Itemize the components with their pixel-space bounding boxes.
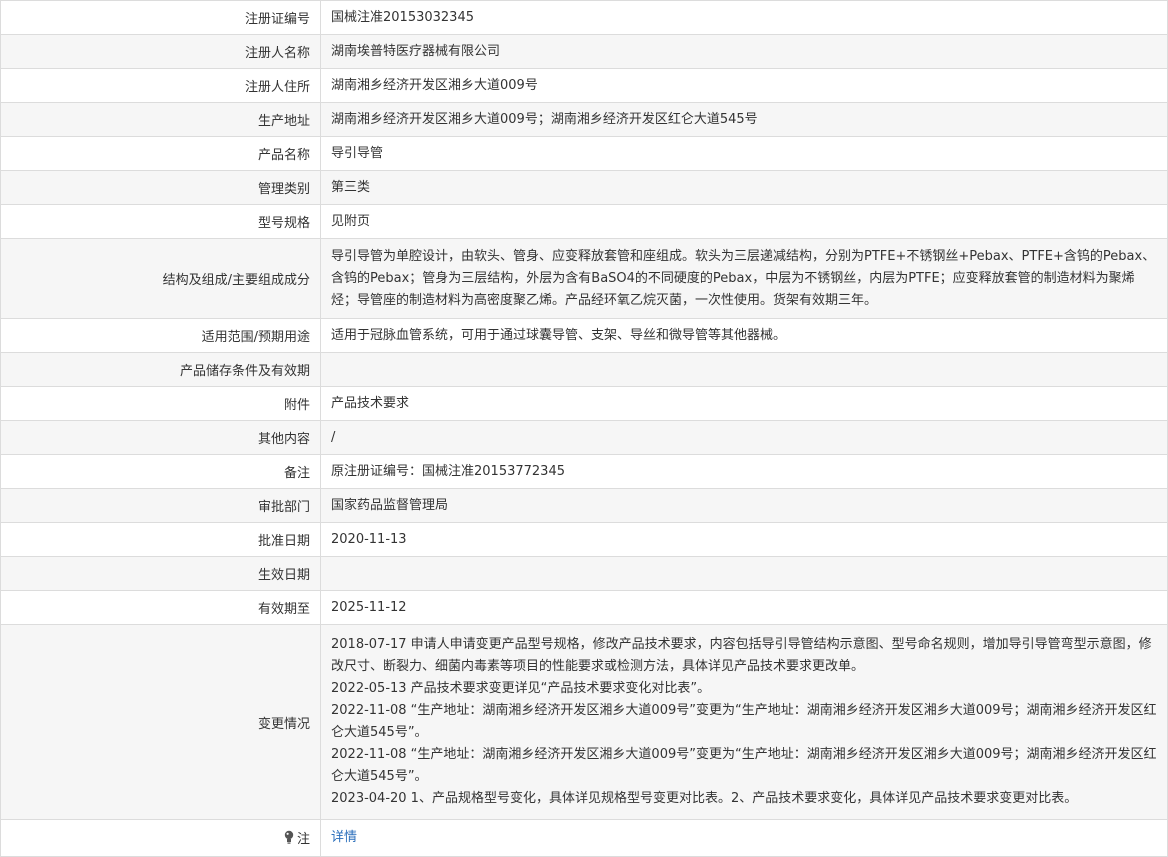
row-value: 导引导管 [320,136,1168,171]
note-label: 注 [296,831,310,847]
table-row: 注册证编号 国械注准20153032345 [0,0,1168,35]
table-row: 产品名称 导引导管 [0,136,1168,171]
row-value: 导引导管为单腔设计，由软头、管身、应变释放套管和座组成。软头为三层递减结构，分别… [320,238,1168,319]
table-row: 备注 原注册证编号：国械注准20153772345 [0,454,1168,489]
change-entry: 2023-04-20 1、产品规格型号变化，具体详见规格型号变更对比表。2、产品… [331,791,1078,806]
registration-detail-table: 注册证编号 国械注准20153032345 注册人名称 湖南埃普特医疗器械有限公… [0,0,1168,857]
table-row: 其他内容 / [0,420,1168,455]
changes-label: 变更情况 [0,624,321,820]
row-value: 原注册证编号：国械注准20153772345 [320,454,1168,489]
row-label: 审批部门 [0,488,321,523]
row-label: 结构及组成/主要组成成分 [0,238,321,319]
row-label: 产品储存条件及有效期 [0,352,321,387]
table-row: 有效期至 2025-11-12 [0,590,1168,625]
table-row-changes: 变更情况 2018-07-17 申请人申请变更产品型号规格，修改产品技术要求，内… [0,624,1168,820]
table-row: 适用范围/预期用途 适用于冠脉血管系统，可用于通过球囊导管、支架、导丝和微导管等… [0,318,1168,353]
row-label: 生产地址 [0,102,321,137]
table-row: 产品储存条件及有效期 [0,352,1168,387]
row-label: 注册人名称 [0,34,321,69]
row-label: 有效期至 [0,590,321,625]
row-value: 国械注准20153032345 [320,0,1168,35]
note-value: 详情 [320,819,1168,857]
row-label: 管理类别 [0,170,321,205]
row-value: 2020-11-13 [320,522,1168,557]
row-label: 备注 [0,454,321,489]
table-row: 批准日期 2020-11-13 [0,522,1168,557]
row-label: 注册证编号 [0,0,321,35]
row-value [320,556,1168,591]
changes-value: 2018-07-17 申请人申请变更产品型号规格，修改产品技术要求，内容包括导引… [320,624,1168,820]
row-label: 附件 [0,386,321,421]
table-row-note: 注 详情 [0,819,1168,857]
row-label: 适用范围/预期用途 [0,318,321,353]
table-row: 注册人住所 湖南湘乡经济开发区湘乡大道009号 [0,68,1168,103]
note-label-cell: 注 [0,819,321,857]
row-label: 批准日期 [0,522,321,557]
change-entry: 2022-11-08 “生产地址：湖南湘乡经济开发区湘乡大道009号”变更为“生… [331,747,1157,784]
table-row: 生效日期 [0,556,1168,591]
row-value: 产品技术要求 [320,386,1168,421]
row-value: 湖南埃普特医疗器械有限公司 [320,34,1168,69]
row-value: 第三类 [320,170,1168,205]
table-row: 型号规格 见附页 [0,204,1168,239]
note-label-wrap: 注 [283,828,310,847]
row-label: 生效日期 [0,556,321,591]
table-row: 结构及组成/主要组成成分 导引导管为单腔设计，由软头、管身、应变释放套管和座组成… [0,238,1168,319]
table-row: 管理类别 第三类 [0,170,1168,205]
table-row: 审批部门 国家药品监督管理局 [0,488,1168,523]
row-value: 国家药品监督管理局 [320,488,1168,523]
change-entry: 2022-05-13 产品技术要求变更详见“产品技术要求变化对比表”。 [331,681,711,696]
table-row: 注册人名称 湖南埃普特医疗器械有限公司 [0,34,1168,69]
table-row: 附件 产品技术要求 [0,386,1168,421]
row-label: 其他内容 [0,420,321,455]
lightbulb-icon [283,830,295,844]
row-value [320,352,1168,387]
change-entry: 2018-07-17 申请人申请变更产品型号规格，修改产品技术要求，内容包括导引… [331,637,1152,674]
row-label: 产品名称 [0,136,321,171]
details-link[interactable]: 详情 [331,830,357,845]
row-value: 湖南湘乡经济开发区湘乡大道009号 [320,68,1168,103]
row-label: 型号规格 [0,204,321,239]
change-entry: 2022-11-08 “生产地址：湖南湘乡经济开发区湘乡大道009号”变更为“生… [331,703,1157,740]
row-value: 2025-11-12 [320,590,1168,625]
row-value: / [320,420,1168,455]
row-value: 湖南湘乡经济开发区湘乡大道009号；湖南湘乡经济开发区红仑大道545号 [320,102,1168,137]
row-value: 见附页 [320,204,1168,239]
row-value: 适用于冠脉血管系统，可用于通过球囊导管、支架、导丝和微导管等其他器械。 [320,318,1168,353]
table-row: 生产地址 湖南湘乡经济开发区湘乡大道009号；湖南湘乡经济开发区红仑大道545号 [0,102,1168,137]
row-label: 注册人住所 [0,68,321,103]
